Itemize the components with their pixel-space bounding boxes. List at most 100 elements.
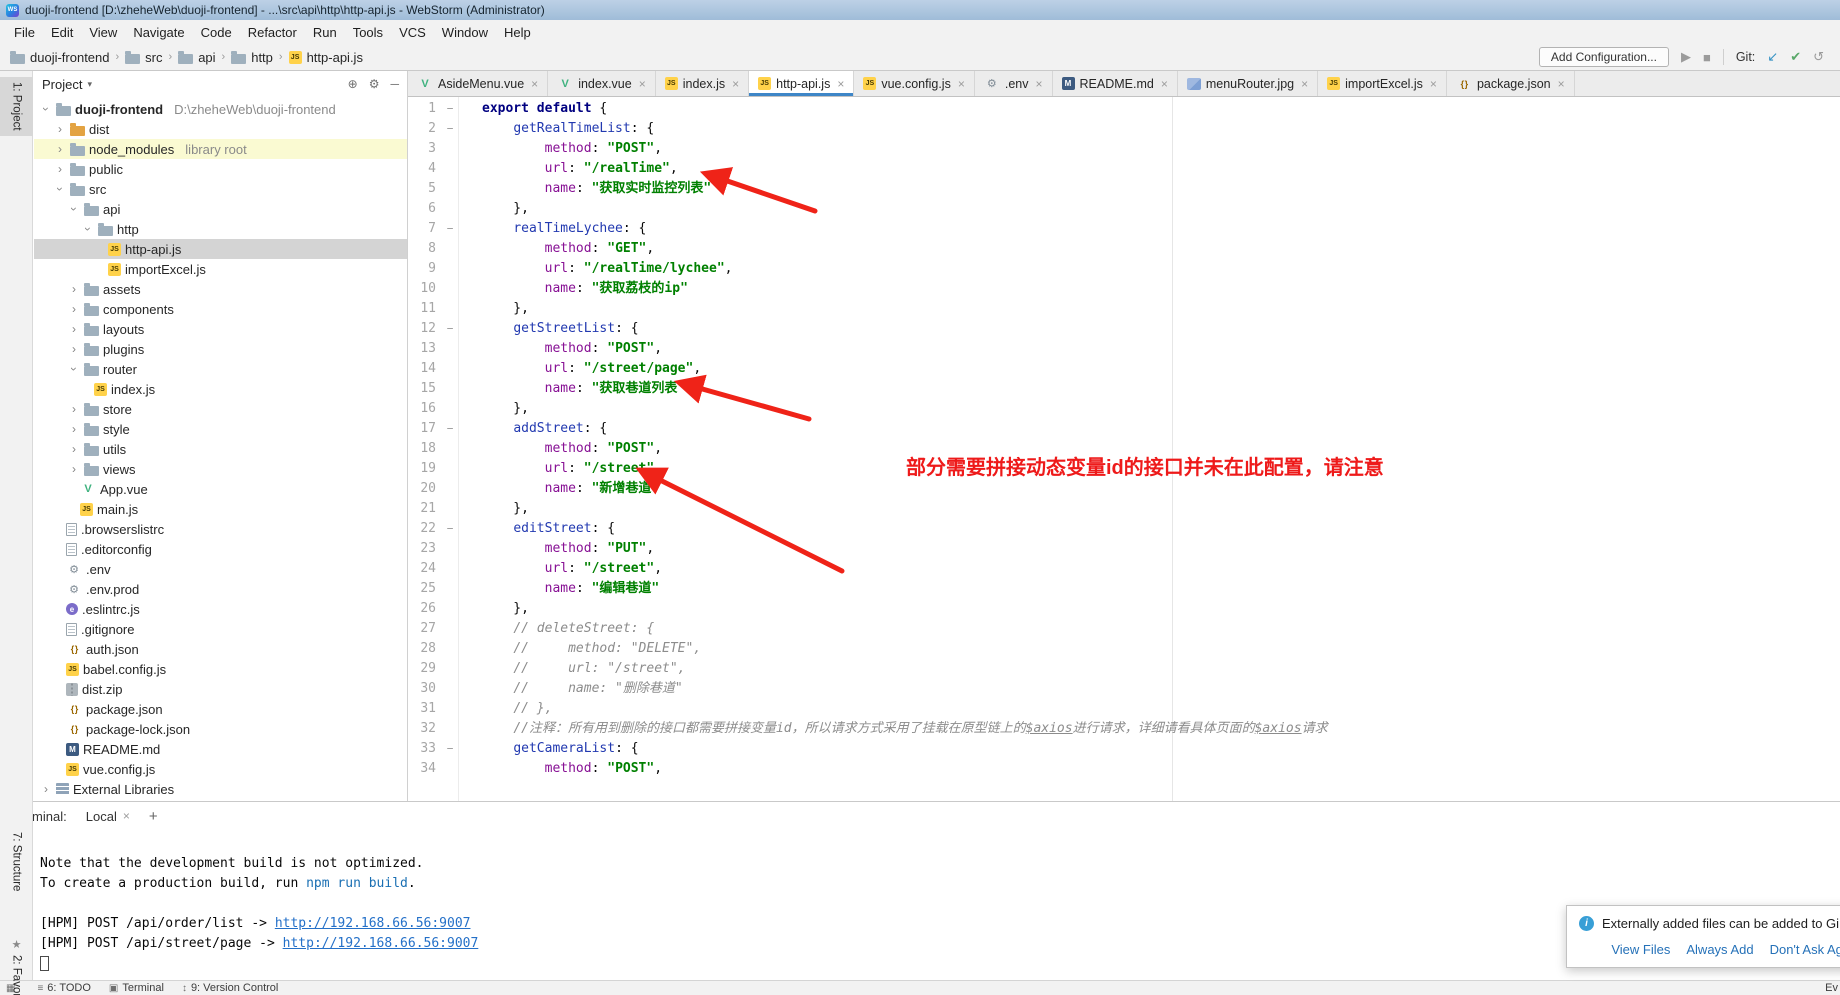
tab-package-json[interactable]: { }package.json× bbox=[1447, 71, 1575, 96]
tree-item-auth-json[interactable]: { }auth.json bbox=[34, 639, 407, 659]
tree-item-layouts[interactable]: ›layouts bbox=[34, 319, 407, 339]
project-panel-title[interactable]: Project bbox=[42, 77, 82, 92]
fold-marker[interactable]: − bbox=[442, 219, 458, 239]
tab-index-js[interactable]: JSindex.js× bbox=[656, 71, 749, 96]
line-number[interactable]: 14 bbox=[408, 359, 442, 379]
breadcrumb-duoji-frontend[interactable]: duoji-frontend bbox=[10, 50, 110, 65]
tree-item-views[interactable]: ›views bbox=[34, 459, 407, 479]
line-number[interactable]: 21 bbox=[408, 499, 442, 519]
project-tool-button[interactable]: 1: Project bbox=[0, 77, 33, 136]
tree-item-editorconfig[interactable]: .editorconfig bbox=[34, 539, 407, 559]
line-number[interactable]: 15 bbox=[408, 379, 442, 399]
tree-item-babel-config-js[interactable]: JSbabel.config.js bbox=[34, 659, 407, 679]
close-icon[interactable]: × bbox=[531, 77, 538, 91]
code-line-13[interactable]: 13 method: "POST", bbox=[408, 339, 1840, 359]
tree-item-dist[interactable]: ›dist bbox=[34, 119, 407, 139]
breadcrumb-src[interactable]: src bbox=[125, 50, 162, 65]
tab-vue-config-js[interactable]: JSvue.config.js× bbox=[854, 71, 975, 96]
git-update-icon[interactable]: ↙ bbox=[1767, 49, 1778, 65]
tree-item-duoji-frontend[interactable]: ›duoji-frontendD:\zheheWeb\duoji-fronten… bbox=[34, 99, 407, 119]
tree-item-public[interactable]: ›public bbox=[34, 159, 407, 179]
tree-item-utils[interactable]: ›utils bbox=[34, 439, 407, 459]
line-number[interactable]: 33 bbox=[408, 739, 442, 759]
code-line-21[interactable]: 21 }, bbox=[408, 499, 1840, 519]
tree-item-browserslistrc[interactable]: .browserslistrc bbox=[34, 519, 407, 539]
close-icon[interactable]: × bbox=[732, 77, 739, 91]
tree-item-app-vue[interactable]: VApp.vue bbox=[34, 479, 407, 499]
menu-item-vcs[interactable]: VCS bbox=[391, 22, 434, 43]
close-icon[interactable]: × bbox=[123, 809, 130, 823]
tree-item-components[interactable]: ›components bbox=[34, 299, 407, 319]
close-icon[interactable]: × bbox=[1301, 77, 1308, 91]
line-number[interactable]: 17 bbox=[408, 419, 442, 439]
tree-item-readme-md[interactable]: MREADME.md bbox=[34, 739, 407, 759]
fold-marker[interactable]: − bbox=[442, 99, 458, 119]
close-icon[interactable]: × bbox=[958, 77, 965, 91]
add-configuration-button[interactable]: Add Configuration... bbox=[1539, 47, 1669, 67]
code-area[interactable]: 1−export default {2− getRealTimeList: {3… bbox=[408, 97, 1840, 801]
line-number[interactable]: 2 bbox=[408, 119, 442, 139]
tree-item-vue-config-js[interactable]: JSvue.config.js bbox=[34, 759, 407, 779]
code-line-32[interactable]: 32 //注释：所有用到删除的接口都需要拼接变量id，所以请求方式采用了挂载在原… bbox=[408, 719, 1840, 739]
code-line-8[interactable]: 8 method: "GET", bbox=[408, 239, 1840, 259]
line-number[interactable]: 32 bbox=[408, 719, 442, 739]
line-number[interactable]: 6 bbox=[408, 199, 442, 219]
code-line-33[interactable]: 33− getCameraList: { bbox=[408, 739, 1840, 759]
expand-chevron-icon[interactable]: › bbox=[68, 402, 80, 416]
line-number[interactable]: 23 bbox=[408, 539, 442, 559]
line-number[interactable]: 5 bbox=[408, 179, 442, 199]
menu-item-code[interactable]: Code bbox=[193, 22, 240, 43]
code-line-25[interactable]: 25 name: "编辑巷道" bbox=[408, 579, 1840, 599]
expand-chevron-icon[interactable]: › bbox=[54, 162, 66, 176]
line-number[interactable]: 25 bbox=[408, 579, 442, 599]
collapse-chevron-icon[interactable]: › bbox=[39, 103, 53, 115]
line-number[interactable]: 24 bbox=[408, 559, 442, 579]
tab-http-api-js[interactable]: JShttp-api.js× bbox=[749, 71, 854, 96]
code-line-12[interactable]: 12− getStreetList: { bbox=[408, 319, 1840, 339]
expand-chevron-icon[interactable]: › bbox=[68, 422, 80, 436]
collapse-chevron-icon[interactable]: › bbox=[67, 203, 81, 215]
breadcrumb-http[interactable]: http bbox=[231, 50, 273, 65]
expand-chevron-icon[interactable]: › bbox=[68, 302, 80, 316]
code-line-6[interactable]: 6 }, bbox=[408, 199, 1840, 219]
menu-item-file[interactable]: File bbox=[6, 22, 43, 43]
tree-item-dist-zip[interactable]: dist.zip bbox=[34, 679, 407, 699]
tree-item-env[interactable]: ⚙.env bbox=[34, 559, 407, 579]
code-line-2[interactable]: 2− getRealTimeList: { bbox=[408, 119, 1840, 139]
tree-item-package-json[interactable]: { }package.json bbox=[34, 699, 407, 719]
settings-gear-icon[interactable]: ⚙ bbox=[369, 77, 380, 91]
expand-chevron-icon[interactable]: › bbox=[68, 442, 80, 456]
terminal-link[interactable]: http://192.168.66.56:9007 bbox=[283, 936, 479, 951]
code-line-9[interactable]: 9 url: "/realTime/lychee", bbox=[408, 259, 1840, 279]
structure-tool-button[interactable]: 7: Structure bbox=[0, 827, 33, 896]
tree-item-http-api-js[interactable]: JShttp-api.js bbox=[34, 239, 407, 259]
tree-item-store[interactable]: ›store bbox=[34, 399, 407, 419]
line-number[interactable]: 19 bbox=[408, 459, 442, 479]
code-line-15[interactable]: 15 name: "获取巷道列表" bbox=[408, 379, 1840, 399]
collapse-chevron-icon[interactable]: › bbox=[67, 363, 81, 375]
menu-item-refactor[interactable]: Refactor bbox=[240, 22, 305, 43]
code-line-29[interactable]: 29 // url: "/street", bbox=[408, 659, 1840, 679]
line-number[interactable]: 11 bbox=[408, 299, 442, 319]
code-line-30[interactable]: 30 // name: "删除巷道" bbox=[408, 679, 1840, 699]
tree-item-api[interactable]: ›api bbox=[34, 199, 407, 219]
tab-readme-md[interactable]: MREADME.md× bbox=[1053, 71, 1178, 96]
line-number[interactable]: 13 bbox=[408, 339, 442, 359]
line-number[interactable]: 31 bbox=[408, 699, 442, 719]
event-log-label[interactable]: Ev bbox=[1825, 982, 1838, 994]
menu-item-run[interactable]: Run bbox=[305, 22, 345, 43]
statusbar-item-terminal[interactable]: ▣Terminal bbox=[109, 982, 164, 994]
menu-item-help[interactable]: Help bbox=[496, 22, 539, 43]
tree-item-style[interactable]: ›style bbox=[34, 419, 407, 439]
tree-item-external-libraries[interactable]: ›External Libraries bbox=[34, 779, 407, 799]
code-line-14[interactable]: 14 url: "/street/page", bbox=[408, 359, 1840, 379]
expand-chevron-icon[interactable]: › bbox=[40, 782, 52, 796]
tree-item-importexcel-js[interactable]: JSimportExcel.js bbox=[34, 259, 407, 279]
statusbar-item-6-todo[interactable]: ≡6: TODO bbox=[37, 982, 90, 994]
code-line-10[interactable]: 10 name: "获取荔枝的ip" bbox=[408, 279, 1840, 299]
line-number[interactable]: 12 bbox=[408, 319, 442, 339]
code-line-3[interactable]: 3 method: "POST", bbox=[408, 139, 1840, 159]
favorites-tool-button[interactable]: ★ 2: Favorites bbox=[0, 933, 33, 995]
code-line-27[interactable]: 27 // deleteStreet: { bbox=[408, 619, 1840, 639]
code-line-1[interactable]: 1−export default { bbox=[408, 99, 1840, 119]
